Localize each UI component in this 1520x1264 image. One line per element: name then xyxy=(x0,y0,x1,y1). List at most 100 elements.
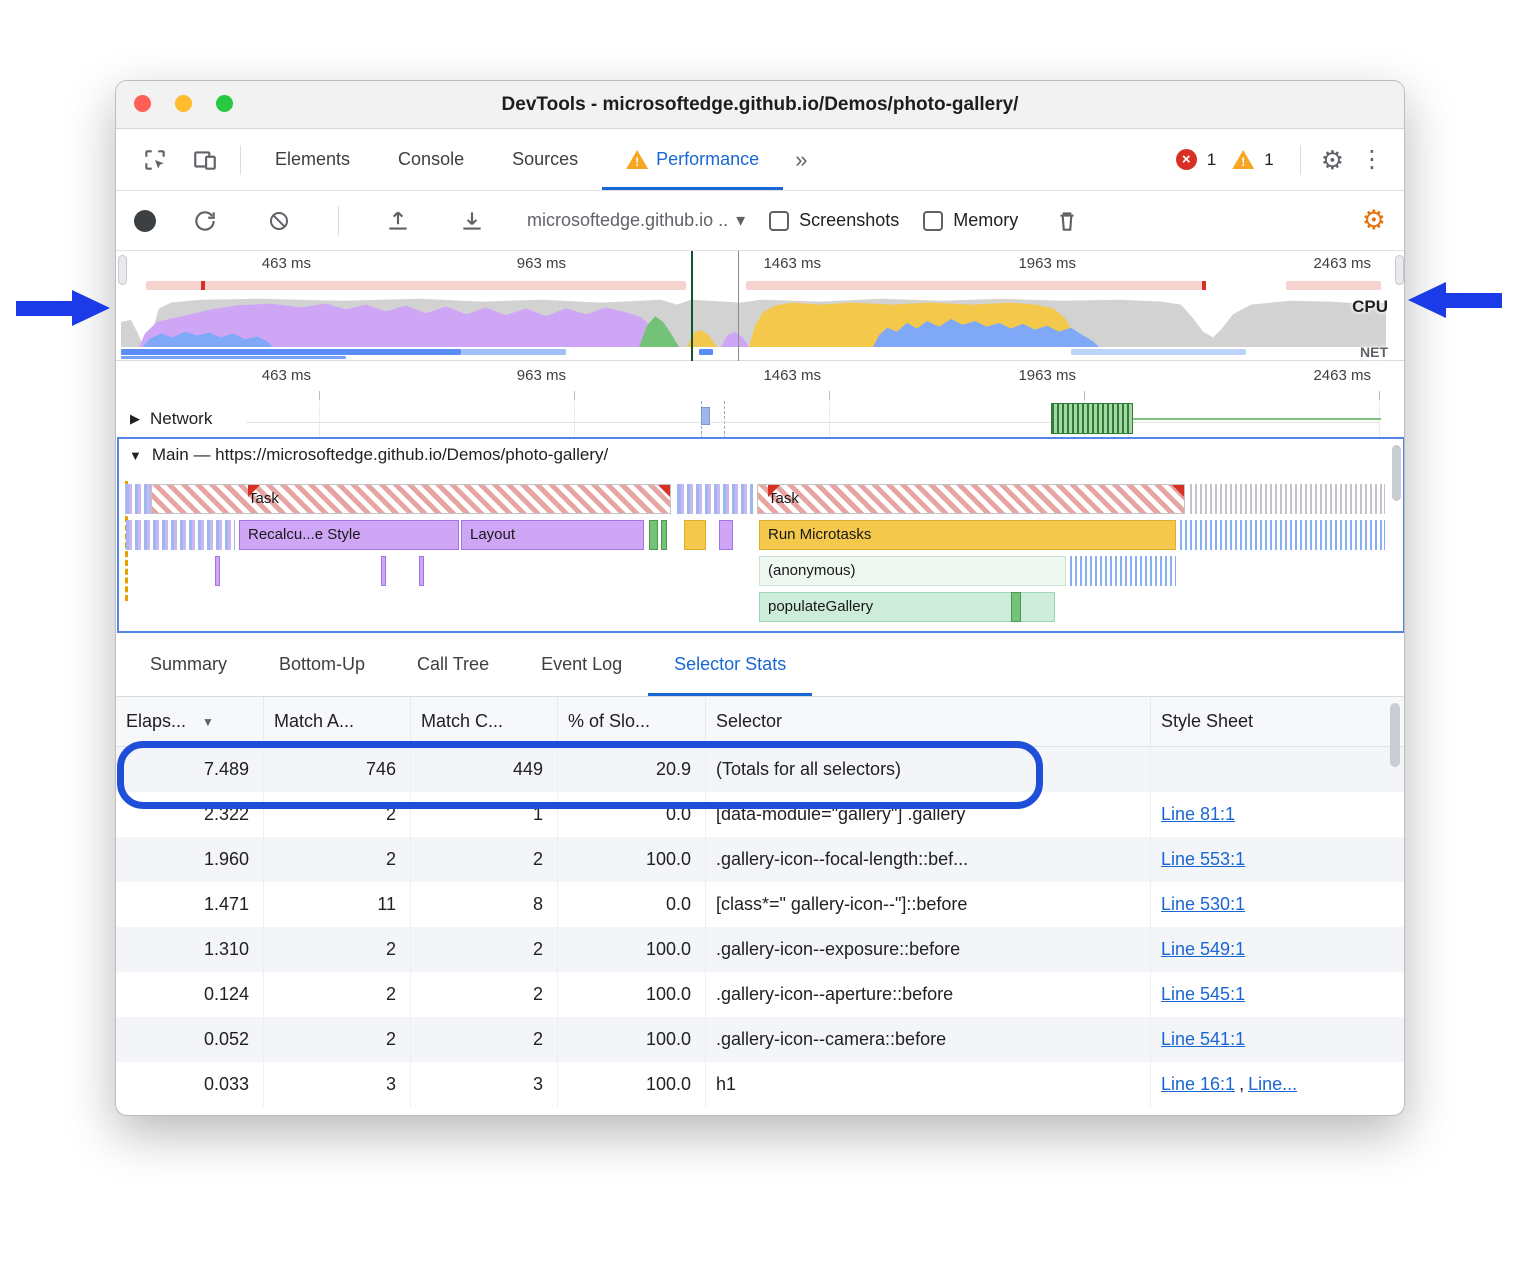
tab-bottom-up[interactable]: Bottom-Up xyxy=(253,633,391,696)
stylesheet-link[interactable]: Line 553:1 xyxy=(1161,849,1245,870)
stylesheet-link[interactable]: Line 545:1 xyxy=(1161,984,1245,1005)
memory-checkbox[interactable] xyxy=(923,211,943,231)
table-row-totals[interactable]: 7.489 746 449 20.9 (Totals for all selec… xyxy=(116,747,1405,792)
tab-console[interactable]: Console xyxy=(374,129,488,190)
tiny-event-slivers[interactable] xyxy=(1069,556,1176,586)
divider xyxy=(338,206,339,236)
column-header-selector[interactable]: Selector xyxy=(706,697,1151,746)
record-button[interactable] xyxy=(134,210,156,232)
table-row[interactable]: 1.471 11 8 0.0 [class*=" gallery-icon--"… xyxy=(116,882,1405,927)
clear-recording-icon[interactable] xyxy=(262,204,296,238)
tiny-task-slivers[interactable] xyxy=(125,484,151,514)
tiny-task-slivers[interactable] xyxy=(677,484,753,514)
minimize-window-button[interactable] xyxy=(175,95,192,112)
flame-bar-paint[interactable] xyxy=(661,520,667,550)
inspect-element-icon[interactable] xyxy=(138,143,172,177)
flame-bar-layout[interactable]: Layout xyxy=(461,520,644,550)
overview-right-handle[interactable] xyxy=(1395,255,1404,285)
save-profile-icon[interactable] xyxy=(455,204,489,238)
flame-bar-task[interactable]: Task xyxy=(757,484,1185,514)
collect-garbage-icon[interactable] xyxy=(1050,204,1084,238)
table-scrollbar-thumb[interactable] xyxy=(1390,703,1400,767)
flame-bar-style[interactable] xyxy=(719,520,733,550)
column-header-style-sheet[interactable]: Style Sheet xyxy=(1151,697,1386,746)
load-profile-icon[interactable] xyxy=(381,204,415,238)
device-toolbar-icon[interactable] xyxy=(188,143,222,177)
history-dropdown[interactable]: microsoftedge.github.io .. ▾ xyxy=(527,210,745,231)
flame-bar-recalculate-style[interactable]: Recalcu...e Style xyxy=(239,520,459,550)
close-window-button[interactable] xyxy=(134,95,151,112)
tab-elements[interactable]: Elements xyxy=(251,129,374,190)
tiny-task-slivers[interactable] xyxy=(1189,484,1385,514)
flame-sliver[interactable] xyxy=(1011,592,1021,622)
flame-sliver[interactable] xyxy=(215,556,220,586)
network-request-cluster[interactable] xyxy=(1051,403,1133,434)
chevron-down-icon: ▾ xyxy=(736,210,745,231)
table-row[interactable]: 0.052 2 2 100.0 .gallery-icon--camera::b… xyxy=(116,1017,1405,1062)
flame-bar-run-microtasks[interactable]: Run Microtasks xyxy=(759,520,1176,550)
table-header: Elaps... ▼ Match A... Match C... % of Sl… xyxy=(116,697,1405,747)
table-row[interactable]: 2.322 2 1 0.0 [data-module="gallery"] .g… xyxy=(116,792,1405,837)
flame-bar-script[interactable] xyxy=(684,520,706,550)
tiny-event-slivers[interactable] xyxy=(125,520,235,550)
tab-performance[interactable]: ! Performance xyxy=(602,129,783,190)
table-row[interactable]: 0.033 3 3 100.0 h1 Line 16:1 , Line... xyxy=(116,1062,1405,1107)
overview-left-handle[interactable] xyxy=(118,255,127,285)
stylesheet-link[interactable]: Line 541:1 xyxy=(1161,1029,1245,1050)
network-expand-icon[interactable]: ▶ xyxy=(130,411,140,427)
playhead-line[interactable] xyxy=(691,251,693,361)
sort-desc-icon: ▼ xyxy=(202,715,214,729)
warning-icon[interactable]: ! xyxy=(1232,150,1254,169)
error-icon[interactable]: × xyxy=(1176,149,1197,170)
more-tabs-icon[interactable]: » xyxy=(783,147,819,173)
screenshots-toggle[interactable]: Screenshots xyxy=(769,210,899,231)
selection-line[interactable] xyxy=(738,251,739,361)
reload-and-record-icon[interactable] xyxy=(188,204,222,238)
frames-strip xyxy=(146,281,686,290)
timeline-ruler[interactable]: 463 ms 963 ms 1463 ms 1963 ms 2463 ms xyxy=(116,361,1404,401)
overview-time-label: 463 ms xyxy=(216,255,311,272)
main-scrollbar-thumb[interactable] xyxy=(1392,445,1401,501)
stylesheet-link[interactable]: Line 549:1 xyxy=(1161,939,1245,960)
error-count[interactable]: 1 xyxy=(1207,150,1216,170)
net-activity-bar xyxy=(1071,349,1246,355)
timeline-overview[interactable]: 463 ms 963 ms 1463 ms 1963 ms 2463 ms CP… xyxy=(116,251,1404,361)
tab-call-tree[interactable]: Call Tree xyxy=(391,633,515,696)
table-row[interactable]: 1.310 2 2 100.0 .gallery-icon--exposure:… xyxy=(116,927,1405,972)
memory-toggle[interactable]: Memory xyxy=(923,210,1018,231)
network-track[interactable]: ▶ Network xyxy=(116,401,1404,437)
column-header-match-count[interactable]: Match C... xyxy=(411,697,558,746)
flame-bar-paint[interactable] xyxy=(649,520,658,550)
main-collapse-icon[interactable]: ▼ xyxy=(129,448,142,463)
network-request-mark[interactable] xyxy=(701,407,710,425)
tab-summary[interactable]: Summary xyxy=(124,633,253,696)
stylesheet-link[interactable]: Line 530:1 xyxy=(1161,894,1245,915)
kebab-menu-icon[interactable]: ⋮ xyxy=(1354,148,1390,172)
table-row[interactable]: 0.124 2 2 100.0 .gallery-icon--aperture:… xyxy=(116,972,1405,1017)
tab-sources[interactable]: Sources xyxy=(488,129,602,190)
screenshots-checkbox[interactable] xyxy=(769,211,789,231)
main-track[interactable]: ▼ Main — https://microsoftedge.github.io… xyxy=(117,437,1405,633)
tab-selector-stats[interactable]: Selector Stats xyxy=(648,633,812,696)
capture-settings-gear-icon[interactable]: ⚙ xyxy=(1362,207,1386,234)
tiny-event-slivers[interactable] xyxy=(1179,520,1385,550)
analysis-tabbar: Summary Bottom-Up Call Tree Event Log Se… xyxy=(116,633,1404,697)
status-cluster: × 1 ! 1 ⚙ ⋮ xyxy=(1176,145,1390,175)
table-row[interactable]: 1.960 2 2 100.0 .gallery-icon--focal-len… xyxy=(116,837,1405,882)
column-header-elapsed[interactable]: Elaps... ▼ xyxy=(116,697,264,746)
flame-bar-task[interactable]: Task xyxy=(151,484,671,514)
tab-event-log[interactable]: Event Log xyxy=(515,633,648,696)
stylesheet-link[interactable]: Line 81:1 xyxy=(1161,804,1235,825)
flame-sliver[interactable] xyxy=(381,556,386,586)
flame-bar-anonymous[interactable]: (anonymous) xyxy=(759,556,1066,586)
stylesheet-link-more[interactable]: Line... xyxy=(1248,1074,1297,1095)
stylesheet-link[interactable]: Line 16:1 xyxy=(1161,1074,1235,1095)
main-track-header[interactable]: ▼ Main — https://microsoftedge.github.io… xyxy=(129,445,608,465)
column-header-slow-path[interactable]: % of Slo... xyxy=(558,697,706,746)
settings-gear-icon[interactable]: ⚙ xyxy=(1321,147,1344,173)
column-header-match-attempts[interactable]: Match A... xyxy=(264,697,411,746)
warning-count[interactable]: 1 xyxy=(1264,150,1273,170)
fullscreen-window-button[interactable] xyxy=(216,95,233,112)
flame-sliver[interactable] xyxy=(419,556,424,586)
screenshots-label: Screenshots xyxy=(799,210,899,231)
